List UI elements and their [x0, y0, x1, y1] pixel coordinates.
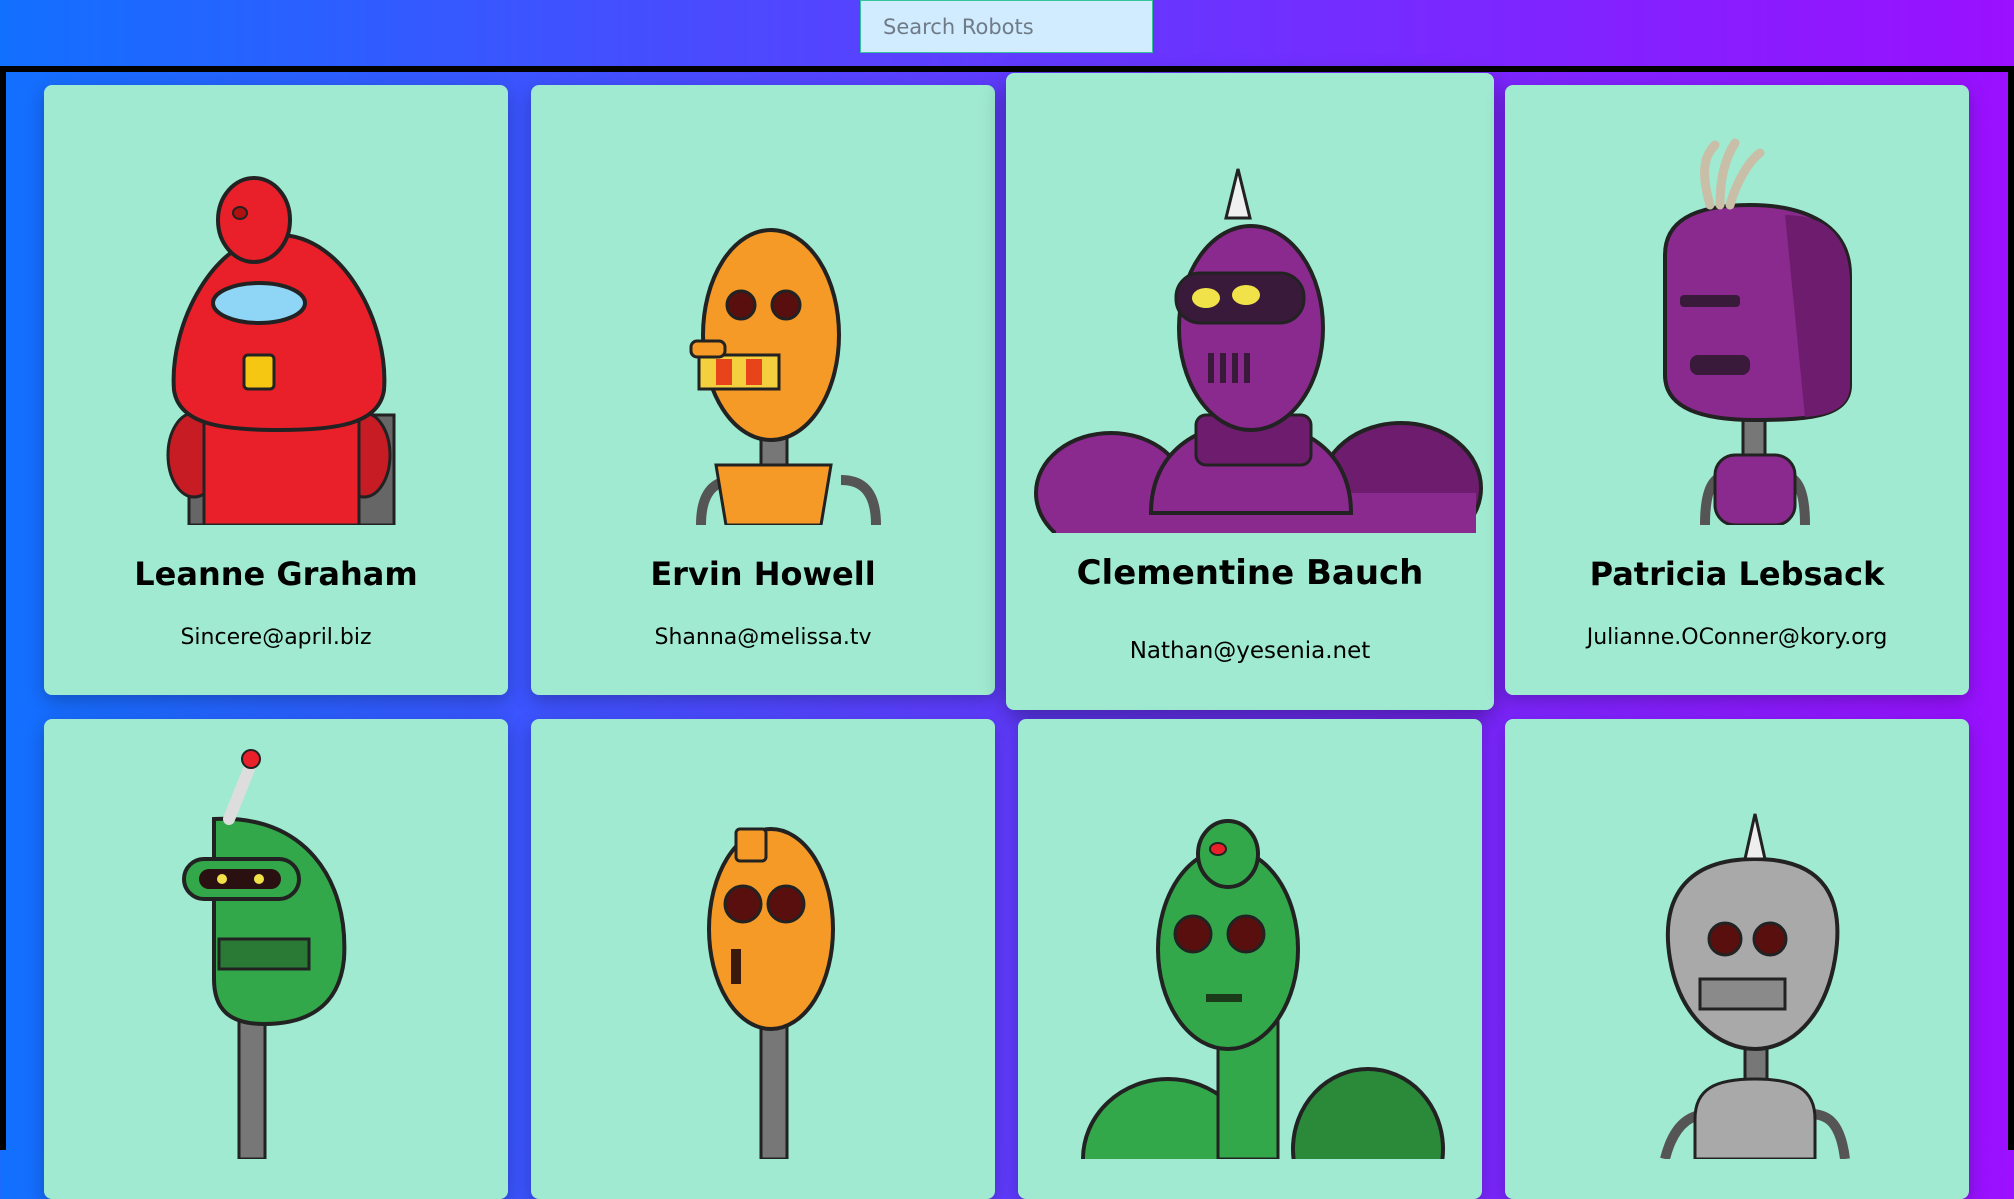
robot-card[interactable] [1505, 719, 1969, 1199]
robot-name: Leanne Graham [134, 555, 418, 593]
robot-name: Ervin Howell [650, 555, 876, 593]
robot-card[interactable]: Patricia Lebsack Julianne.OConner@kory.o… [1505, 85, 1969, 695]
robot-name: Clementine Bauch [1076, 553, 1424, 593]
robot-image [182, 749, 347, 1159]
top-bar [0, 0, 2014, 66]
robot-image [1081, 819, 1445, 1159]
robot-card[interactable]: Clementine Bauch Nathan@yesenia.net [1006, 73, 1494, 710]
robot-email: Julianne.OConner@kory.org [1586, 625, 1888, 650]
robot-card[interactable] [44, 719, 508, 1199]
robot-image [689, 228, 881, 525]
robot-card[interactable] [1018, 719, 1482, 1199]
robot-image [1034, 168, 1483, 533]
robot-email: Shanna@melissa.tv [654, 625, 872, 650]
robot-image [166, 176, 396, 525]
robot-name: Patricia Lebsack [1589, 555, 1885, 593]
robot-card[interactable]: Ervin Howell Shanna@melissa.tv [531, 85, 995, 695]
search-input[interactable] [860, 0, 1153, 53]
robot-card[interactable] [531, 719, 995, 1199]
robot-card[interactable]: Leanne Graham Sincere@april.biz [44, 85, 508, 695]
robot-email: Sincere@april.biz [180, 625, 372, 650]
robot-image [707, 827, 835, 1159]
robot-email: Nathan@yesenia.net [1129, 638, 1371, 664]
robot-image [1660, 813, 1850, 1159]
robot-image [1663, 138, 1852, 525]
